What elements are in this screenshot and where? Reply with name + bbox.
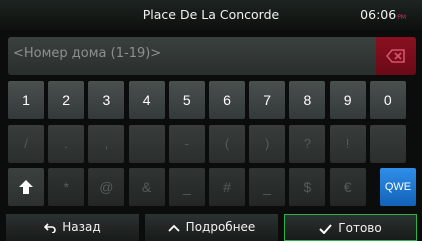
back-button-label: Назад bbox=[62, 220, 101, 234]
row2-key-7[interactable]: ? bbox=[289, 125, 326, 163]
row2-key-0[interactable]: / bbox=[8, 125, 44, 163]
row1-key-7[interactable]: 8 bbox=[289, 81, 326, 119]
row1-key-4[interactable]: 5 bbox=[168, 81, 205, 119]
row3-key-2[interactable]: & bbox=[128, 168, 165, 206]
keyboard-row-digits: 1234567890 bbox=[8, 81, 416, 119]
row3-key-1[interactable]: @ bbox=[88, 168, 125, 206]
bottom-bar: Назад Подробнее Готово bbox=[0, 214, 422, 241]
row3-key-3[interactable]: _ bbox=[168, 168, 205, 206]
row3-key-7[interactable]: € bbox=[329, 168, 366, 206]
row1-key-2[interactable]: 3 bbox=[88, 81, 125, 119]
done-button[interactable]: Готово bbox=[284, 214, 417, 241]
row2-key-2[interactable]: , bbox=[88, 125, 125, 163]
keyboard-row-symbols: QWE * @ & _ # _ $ € bbox=[8, 168, 416, 206]
more-button[interactable]: Подробнее bbox=[145, 214, 278, 241]
clock-ampm: PM bbox=[397, 14, 406, 21]
backspace-button[interactable] bbox=[376, 37, 416, 75]
row2-key-9[interactable] bbox=[369, 125, 406, 163]
back-button[interactable]: Назад bbox=[6, 214, 139, 241]
shift-arrow-icon bbox=[19, 180, 33, 194]
checkmark-icon bbox=[319, 223, 333, 234]
clock: 06:06PM bbox=[360, 7, 406, 22]
keyboard-row-punctuation: /., -()?! bbox=[8, 125, 416, 163]
row1-key-5[interactable]: 6 bbox=[209, 81, 245, 119]
row2-key-8[interactable]: ! bbox=[329, 125, 366, 163]
status-bar: Place De La Concorde 06:06PM bbox=[0, 0, 422, 30]
row1-key-8[interactable]: 9 bbox=[329, 81, 366, 119]
row1-key-1[interactable]: 2 bbox=[48, 81, 85, 119]
location-title: Place De La Concorde bbox=[142, 7, 280, 22]
chevron-up-icon bbox=[168, 224, 180, 232]
row3-key-6[interactable]: $ bbox=[289, 168, 326, 206]
more-button-label: Подробнее bbox=[185, 220, 256, 234]
row1-key-3[interactable]: 4 bbox=[128, 81, 165, 119]
house-number-input-row: <Номер дома (1-19)> bbox=[8, 37, 416, 75]
house-number-input[interactable]: <Номер дома (1-19)> bbox=[13, 46, 161, 61]
row1-key-0[interactable]: 1 bbox=[8, 81, 44, 119]
row1-key-9[interactable]: 0 bbox=[369, 81, 406, 119]
row2-key-3[interactable] bbox=[128, 125, 165, 163]
clock-time: 06:06 bbox=[360, 7, 397, 22]
backspace-icon bbox=[386, 49, 405, 63]
qwe-layout-key[interactable]: QWE bbox=[380, 168, 416, 206]
row2-key-4[interactable]: - bbox=[168, 125, 205, 163]
row1-key-6[interactable]: 7 bbox=[249, 81, 286, 119]
row3-key-5[interactable]: _ bbox=[249, 168, 286, 206]
shift-key[interactable] bbox=[8, 168, 44, 206]
row2-key-1[interactable]: . bbox=[48, 125, 85, 163]
done-button-label: Готово bbox=[338, 221, 382, 235]
back-arrow-icon bbox=[44, 222, 57, 234]
row3-key-0[interactable]: * bbox=[48, 168, 85, 206]
row2-key-6[interactable]: ) bbox=[249, 125, 286, 163]
row2-key-5[interactable]: ( bbox=[209, 125, 245, 163]
row3-key-4[interactable]: # bbox=[209, 168, 245, 206]
